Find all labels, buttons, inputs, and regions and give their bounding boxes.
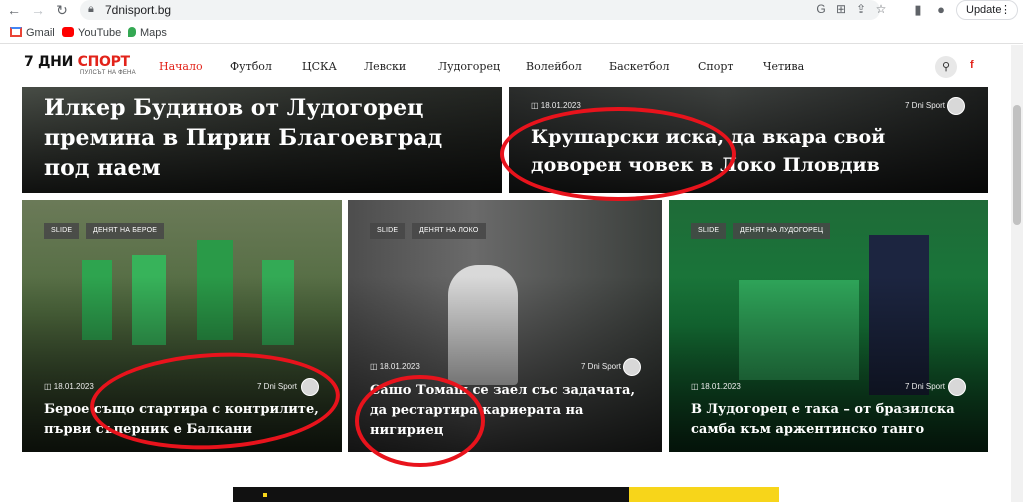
article-title[interactable]: В Лудогорец е така – от бразилска самба … — [691, 400, 981, 440]
sidebar-icon[interactable]: ▮ — [910, 2, 926, 18]
article-date: ◫ 18.01.2023 — [370, 362, 420, 371]
maps-icon — [128, 27, 136, 37]
gmail-icon — [10, 27, 22, 37]
site-viewport: Илкер Будинов от Лудогорец премина в Пир… — [0, 45, 1023, 502]
article-card-5[interactable]: SLIDE ДЕНЯТ НА ЛУДОГОРЕЦ ◫ 18.01.2023 7 … — [669, 200, 988, 452]
menu-item-sport[interactable]: Спорт — [698, 60, 734, 73]
bookmark-star-icon[interactable]: ☆ — [873, 2, 889, 16]
menu-item-home[interactable]: Начало — [159, 60, 203, 73]
bookmark-label: Gmail — [26, 27, 55, 39]
site-header: 7 ДНИ СПОРТ ПУЛСЪТ НА ФЕНА Начало Футбол… — [22, 45, 988, 87]
browser-toolbar: ← → ↻ 🔒︎ 7dnisport.bg G ⊞ ⇪ ☆ ▮ ● Update… — [0, 0, 1023, 20]
forward-icon[interactable]: → — [30, 2, 46, 18]
article-title[interactable]: Илкер Будинов от Лудогорец премина в Пир… — [44, 93, 464, 183]
author-avatar[interactable] — [947, 97, 965, 115]
reload-icon[interactable]: ↻ — [54, 2, 70, 18]
date-text: 18.01.2023 — [540, 101, 581, 110]
address-bar[interactable]: 🔒︎ 7dnisport.bg G ⊞ ⇪ ☆ — [80, 0, 886, 20]
scrollbar-thumb[interactable] — [1013, 105, 1021, 225]
tag-category[interactable]: ДЕНЯТ НА БЕРОЕ — [86, 223, 165, 239]
search-icon[interactable]: ⚲ — [935, 56, 957, 78]
bookmark-maps[interactable]: Maps — [128, 26, 167, 40]
scrollbar[interactable] — [1011, 45, 1023, 502]
annotation-circle — [355, 375, 485, 467]
menu-item-reads[interactable]: Четива — [763, 60, 804, 73]
menu-item-cska[interactable]: ЦСКА — [302, 60, 337, 73]
share-icon[interactable]: ⇪ — [853, 2, 869, 16]
logo-tagline: ПУЛСЪТ НА ФЕНА — [80, 70, 136, 76]
tag-slide[interactable]: SLIDE — [370, 223, 406, 239]
menu-item-football[interactable]: Футбол — [230, 60, 272, 73]
bookmarks-bar: Gmail YouTube Maps — [0, 22, 1023, 44]
profile-icon[interactable]: ● — [933, 2, 949, 17]
tag-slide[interactable]: SLIDE — [44, 223, 80, 239]
tag-slide[interactable]: SLIDE — [691, 223, 727, 239]
author-avatar[interactable] — [623, 358, 641, 376]
bookmark-youtube[interactable]: YouTube — [62, 26, 121, 40]
article-date: ◫ 18.01.2023 — [531, 101, 581, 110]
menu-item-basketball[interactable]: Баскетбол — [609, 60, 670, 73]
tag-category[interactable]: ДЕНЯТ НА ЛОКО — [412, 223, 486, 239]
translate-icon[interactable]: ⊞ — [833, 2, 849, 16]
logo-part2: СПОРТ — [77, 54, 131, 70]
article-date: ◫ 18.01.2023 — [44, 382, 94, 391]
date-text: 18.01.2023 — [53, 382, 94, 391]
date-text: 18.01.2023 — [700, 382, 741, 391]
logo-part1: 7 ДНИ — [24, 54, 78, 70]
menu-item-ludogorets[interactable]: Лудогорец — [438, 60, 500, 73]
update-label: Update — [966, 4, 1002, 16]
lock-icon: 🔒︎ — [88, 3, 94, 15]
bookmark-label: YouTube — [78, 27, 122, 39]
article-author[interactable]: 7 Dni Sport — [581, 362, 621, 371]
google-icon[interactable]: G — [813, 2, 829, 16]
date-text: 18.01.2023 — [379, 362, 420, 371]
bookmark-gmail[interactable]: Gmail — [10, 26, 55, 40]
back-icon[interactable]: ← — [6, 2, 22, 18]
article-author[interactable]: 7 Dni Sport — [905, 101, 945, 110]
article-author[interactable]: 7 Dni Sport — [905, 382, 945, 391]
facebook-icon[interactable]: f — [970, 59, 974, 71]
update-button[interactable]: Update ⋮ — [956, 0, 1018, 20]
tag-category[interactable]: ДЕНЯТ НА ЛУДОГОРЕЦ — [733, 223, 831, 239]
bookmark-label: Maps — [140, 27, 167, 39]
annotation-circle — [500, 107, 736, 201]
ad-yellow-panel — [629, 487, 779, 502]
ad-decoration — [263, 493, 267, 497]
menu-item-volleyball[interactable]: Волейбол — [526, 60, 582, 73]
author-avatar[interactable] — [948, 378, 966, 396]
menu-item-levski[interactable]: Левски — [364, 60, 406, 73]
article-date: ◫ 18.01.2023 — [691, 382, 741, 391]
youtube-icon — [62, 27, 74, 37]
ad-banner[interactable] — [233, 487, 779, 502]
site-logo[interactable]: 7 ДНИ СПОРТ — [24, 54, 130, 70]
menu-dots-icon[interactable]: ⋮ — [1000, 1, 1011, 19]
url-text[interactable]: 7dnisport.bg — [105, 3, 171, 17]
